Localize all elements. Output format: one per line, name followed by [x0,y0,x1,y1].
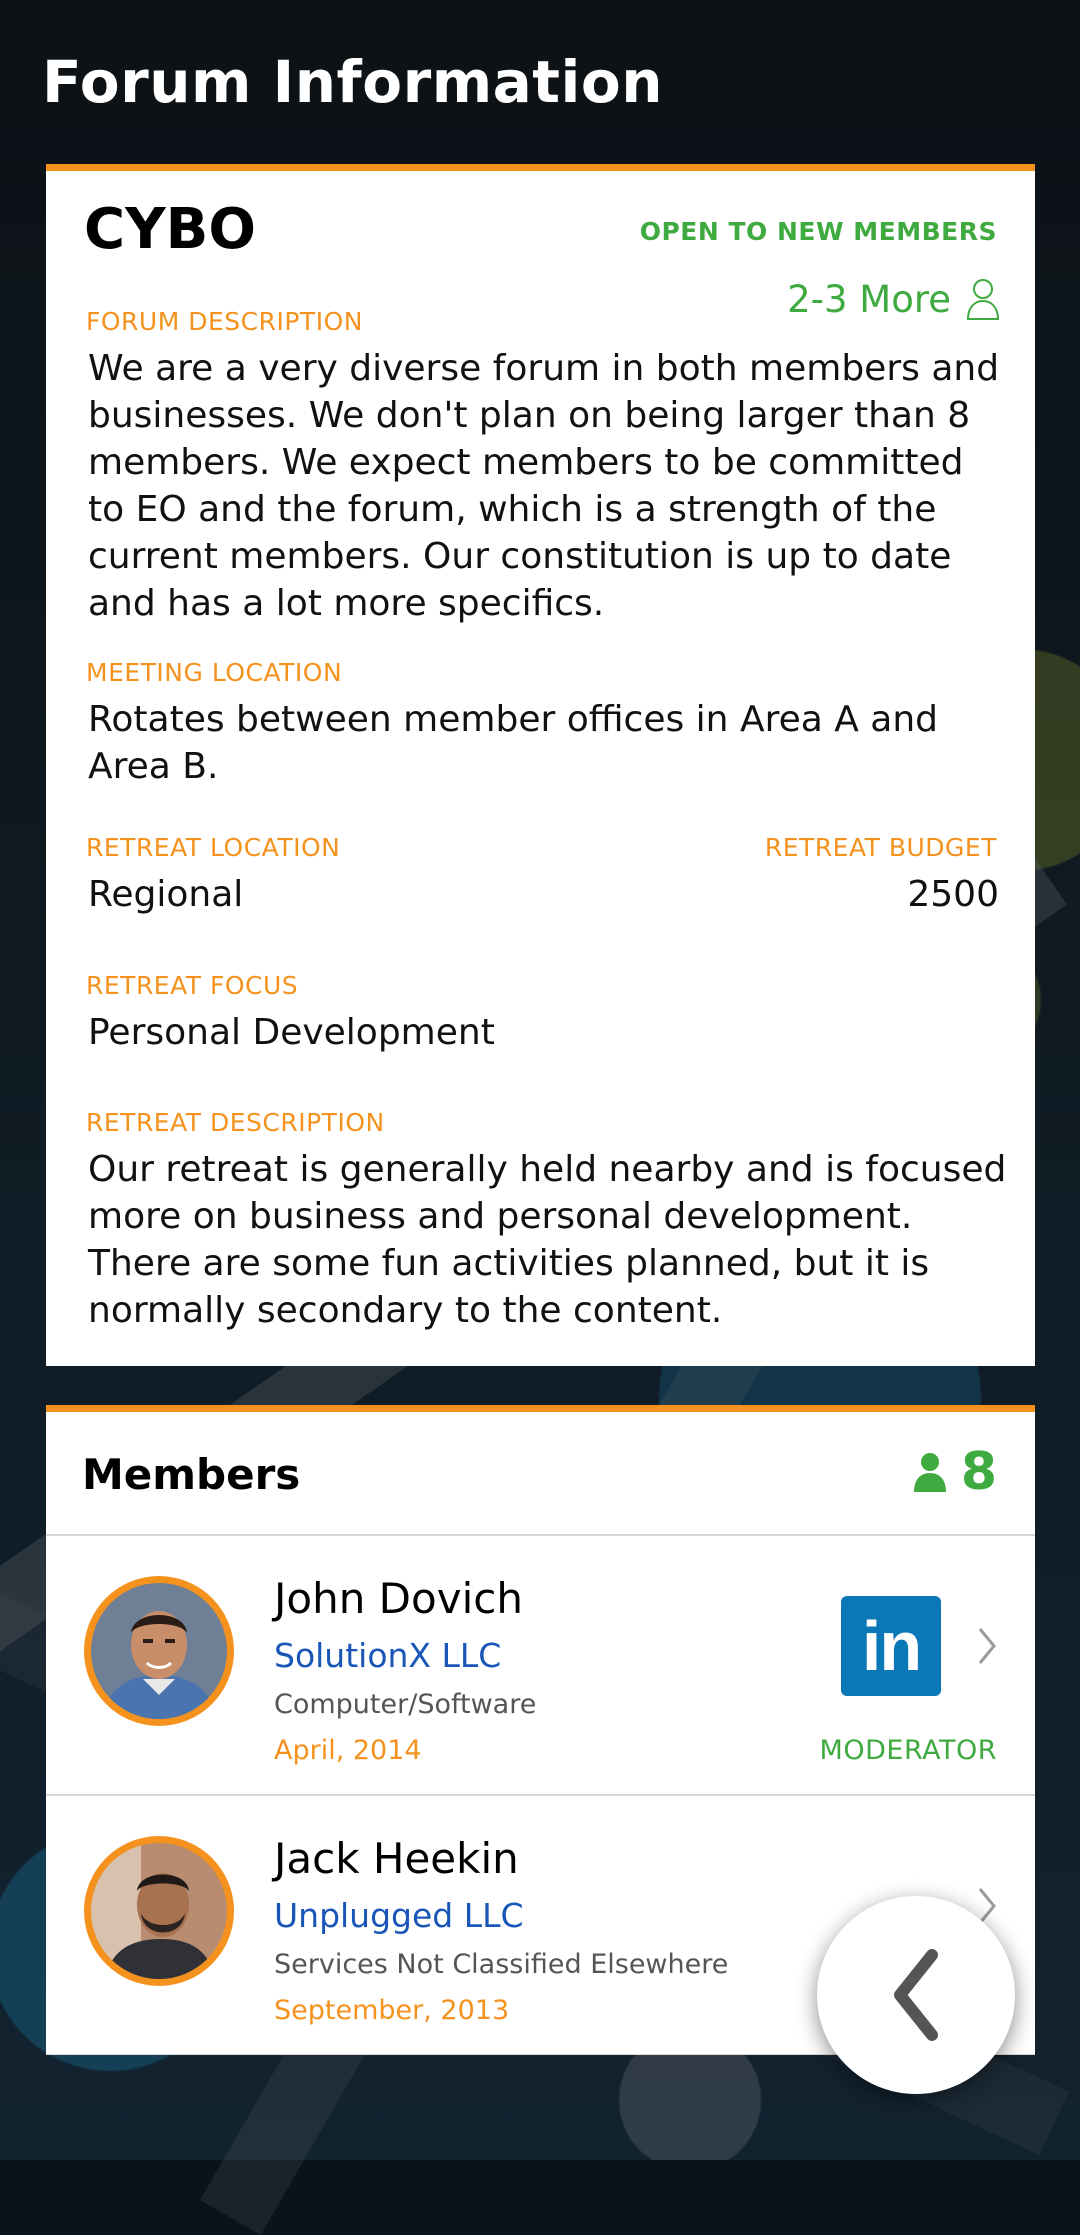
page-title: Forum Information [42,48,664,116]
member-since-date: September, 2013 [274,1995,510,2026]
member-industry: Services Not Classified Elsewhere [274,1949,729,1980]
person-filled-icon [913,1453,946,1492]
person-outline-icon [966,279,1000,320]
member-company[interactable]: SolutionX LLC [274,1636,501,1675]
retreat-budget-label: RETREAT BUDGET [764,833,997,862]
avatar-photo [91,1583,227,1719]
member-name: John Dovich [274,1574,523,1623]
meeting-location: Rotates between member offices in Area A… [88,699,939,787]
retreat-description-label: RETREAT DESCRIPTION [86,1108,385,1137]
forum-description-label: FORUM DESCRIPTION [86,307,363,336]
forum-info-card: CYBO OPEN TO NEW MEMBERS 2-3 More FORUM … [46,164,1035,1366]
avatar [84,1836,234,1986]
member-count-value: 8 [960,1442,997,1502]
retreat-budget: 2500 [907,874,999,915]
back-arrow-icon [894,1949,938,2041]
retreat-description: Our retreat is generally held nearby and… [88,1149,1007,1331]
openings-indicator: 2-3 More [787,277,1001,321]
members-title: Members [82,1450,301,1499]
member-role-badge: MODERATOR [819,1735,997,1766]
avatar-photo [91,1843,227,1979]
membership-status: OPEN TO NEW MEMBERS [639,217,997,246]
member-name: Jack Heekin [274,1834,519,1883]
retreat-location: Regional [88,874,244,915]
openings-count: 2-3 More [787,277,951,321]
chevron-right-icon [978,1628,996,1664]
linkedin-icon[interactable]: in [841,1596,941,1696]
forum-name: CYBO [84,197,256,262]
forum-description: We are a very diverse forum in both memb… [88,348,1000,624]
member-row[interactable]: John Dovich SolutionX LLC Computer/Softw… [46,1536,1035,1796]
retreat-focus: Personal Development [88,1012,495,1053]
member-company[interactable]: Unplugged LLC [274,1896,524,1935]
back-button[interactable] [817,1896,1015,2094]
meeting-location-label: MEETING LOCATION [86,658,343,687]
member-since-date: April, 2014 [274,1735,422,1766]
member-industry: Computer/Software [274,1689,537,1720]
retreat-location-label: RETREAT LOCATION [86,833,341,862]
avatar [84,1576,234,1726]
members-header: Members 8 [46,1412,1035,1536]
member-count: 8 [913,1442,997,1502]
retreat-focus-label: RETREAT FOCUS [86,971,299,1000]
